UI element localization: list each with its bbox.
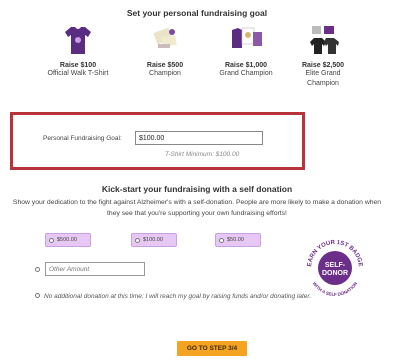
tshirt-minimum-note: T-Shirt Minimum: $100.00: [165, 151, 240, 158]
radio-button[interactable]: [135, 237, 140, 243]
tier-500: Raise $500 Champion: [120, 24, 210, 79]
self-donor-badge: EARN YOUR 1ST BADGE WITH A SELF DONATION…: [304, 237, 366, 299]
tier-100: Raise $100 Official Walk T-Shirt: [33, 24, 123, 79]
tier-reward: Champion: [149, 70, 181, 77]
tier-amount: Raise $500: [146, 62, 184, 69]
tier-2500: Raise $2,500 Elite Grand Champion: [278, 24, 368, 89]
go-to-step-3-button[interactable]: GO TO STEP 3/4: [177, 341, 247, 356]
no-donation-text: No additional donation at this time; I w…: [44, 293, 312, 300]
champion-items-icon: [148, 24, 182, 56]
goal-label: Personal Fundraising Goal:: [43, 135, 122, 142]
tier-amount: Raise $2,500: [301, 62, 345, 69]
tier-amount: Raise $100: [59, 62, 97, 69]
tier-reward-line1: Elite Grand: [305, 70, 341, 77]
other-amount-radio[interactable]: [35, 267, 40, 272]
donation-amount-option[interactable]: $100.00: [131, 233, 177, 247]
donation-amount-option[interactable]: $50.00: [215, 233, 261, 247]
radio-button[interactable]: [219, 237, 224, 243]
tier-reward-line2: Champion: [307, 80, 339, 87]
donation-amount-option[interactable]: $500.00: [45, 233, 91, 247]
self-donation-title: Kick-start your fundraising with a self …: [101, 184, 293, 194]
tshirt-icon: [61, 24, 95, 56]
personal-goal-input[interactable]: [135, 131, 263, 145]
self-donation-description: Show your dedication to the fight agains…: [12, 199, 382, 217]
grand-champion-items-icon: [229, 24, 263, 56]
donation-amount-label: $500.00: [57, 237, 77, 243]
radio-button[interactable]: [49, 237, 54, 243]
other-amount-input[interactable]: [45, 262, 145, 276]
badge-line1: SELF-: [325, 262, 346, 269]
tier-reward: Official Walk T-Shirt: [47, 70, 109, 77]
goal-section-title: Set your personal fundraising goal: [126, 8, 268, 18]
elite-items-icon: [306, 24, 340, 56]
donation-amount-label: $50.00: [227, 237, 244, 243]
donation-amount-label: $100.00: [143, 237, 163, 243]
badge-line2: DONOR: [322, 270, 348, 277]
